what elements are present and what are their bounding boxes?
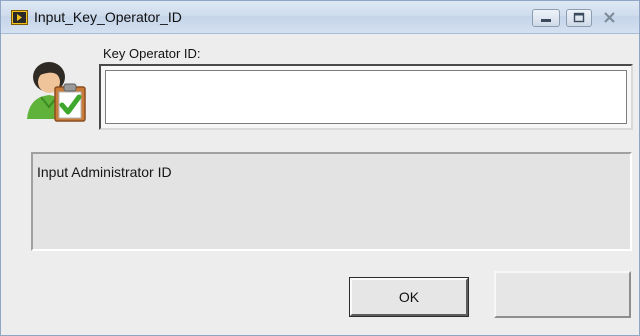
key-operator-label: Key Operator ID: bbox=[103, 46, 201, 61]
title-bar[interactable]: Input_Key_Operator_ID bbox=[1, 1, 639, 34]
close-button[interactable] bbox=[597, 9, 623, 27]
ok-button[interactable]: OK bbox=[349, 277, 469, 317]
user-clipboard-check-icon bbox=[23, 57, 91, 125]
message-text: Input Administrator ID bbox=[37, 164, 172, 180]
app-icon bbox=[11, 10, 28, 25]
maximize-button[interactable] bbox=[566, 9, 592, 27]
secondary-button-label bbox=[496, 273, 629, 316]
ok-button-label: OK bbox=[398, 289, 420, 305]
key-operator-input[interactable] bbox=[105, 70, 627, 124]
maximize-icon bbox=[573, 12, 585, 23]
minimize-button[interactable] bbox=[532, 9, 560, 27]
secondary-button[interactable] bbox=[494, 271, 631, 318]
minimize-icon bbox=[541, 19, 551, 22]
close-icon bbox=[604, 12, 615, 23]
window-title: Input_Key_Operator_ID bbox=[34, 9, 182, 25]
message-panel: Input Administrator ID bbox=[31, 152, 632, 251]
dialog-window: Input_Key_Operator_ID Key Operator ID: I… bbox=[0, 0, 640, 336]
key-operator-field-frame bbox=[99, 64, 633, 130]
